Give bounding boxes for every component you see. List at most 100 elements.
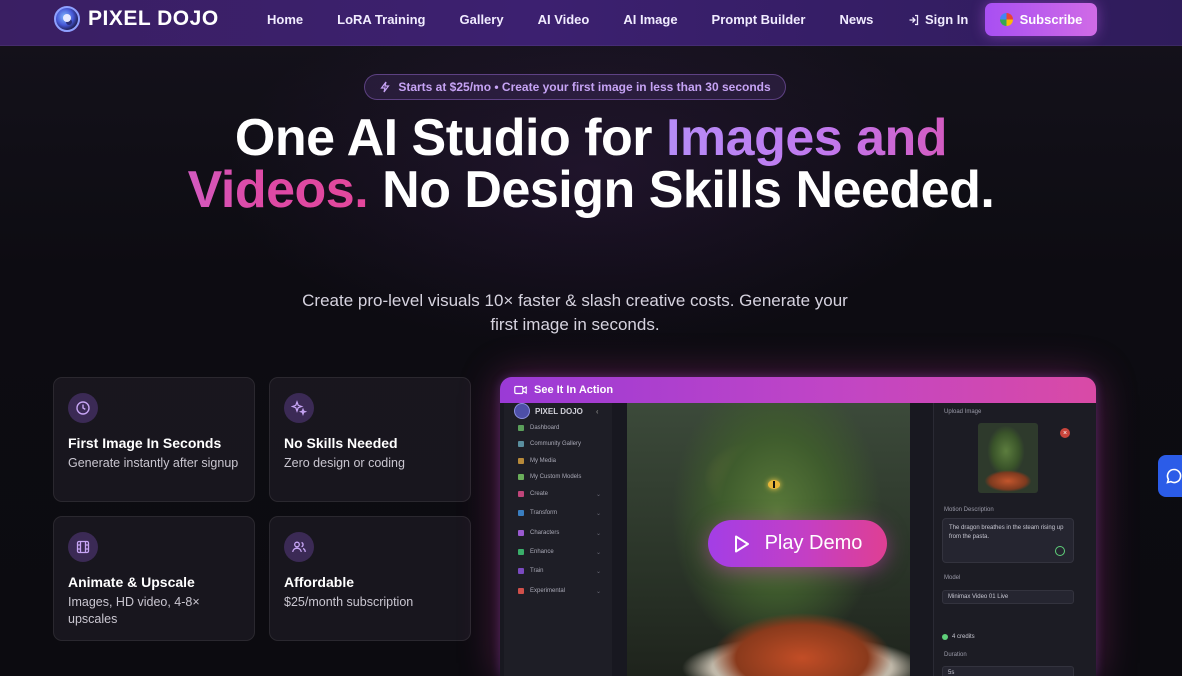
top-nav: PIXEL DOJO Home LoRA Training Gallery AI…: [0, 0, 1182, 46]
duration-value: 5s: [948, 670, 955, 676]
demo-item-icon: [518, 441, 524, 447]
demo-sidebar-item: Create: [518, 491, 548, 497]
feature-desc: Zero design or coding: [284, 456, 405, 470]
nav-link-ai-video[interactable]: AI Video: [538, 12, 590, 27]
upload-label: Upload Image: [944, 409, 982, 415]
subscribe-button[interactable]: Subscribe: [985, 3, 1097, 36]
nav-link-prompt-builder[interactable]: Prompt Builder: [712, 12, 806, 27]
chat-widget-button[interactable]: [1158, 455, 1182, 497]
hero-headline: One AI Studio for Images and Videos. No …: [140, 112, 1042, 216]
demo-title: See It In Action: [534, 384, 614, 396]
demo-brand-name: PIXEL DOJO: [535, 406, 583, 416]
demo-sidebar-label: Create: [530, 491, 549, 497]
play-icon: [734, 535, 749, 552]
google-icon: [999, 13, 1013, 26]
duration-label: Duration: [944, 652, 967, 658]
remove-icon: ×: [1060, 428, 1070, 438]
model-select: Minimax Video 01 Live: [942, 590, 1074, 604]
play-demo-label: Play Demo: [764, 532, 863, 554]
demo-item-icon: [518, 568, 524, 574]
sign-in-icon: [909, 14, 919, 25]
dragon-eye: [768, 480, 780, 489]
headline-part-a: One AI Studio for: [234, 109, 666, 167]
sparkles-icon: [284, 393, 314, 423]
pricing-pill-text: Starts at $25/mo • Create your first ima…: [398, 80, 771, 94]
demo-sidebar-item: Train: [518, 568, 543, 574]
sign-in-label: Sign In: [925, 12, 969, 27]
motion-label: Motion Description: [944, 507, 994, 513]
credits-badge: 4 credits: [942, 634, 975, 640]
feature-title: No Skills Needed: [284, 435, 398, 451]
sign-in-link[interactable]: Sign In: [908, 12, 968, 27]
feature-card: First Image In Seconds Generate instantl…: [53, 377, 255, 502]
video-camera-icon: [514, 385, 527, 395]
credits-value: 4 credits: [952, 634, 975, 640]
nav-link-lora-training[interactable]: LoRA Training: [337, 12, 425, 27]
play-demo-button[interactable]: Play Demo: [708, 520, 887, 567]
demo-sidebar-item: Experimental: [518, 588, 565, 594]
nav-link-news[interactable]: News: [839, 12, 873, 27]
demo-sidebar-label: Experimental: [530, 588, 566, 594]
demo-settings-panel: Upload Image × Motion Description The dr…: [933, 403, 1096, 676]
feature-title: Animate & Upscale: [68, 574, 195, 590]
demo-item-icon: [518, 588, 524, 594]
demo-sidebar-item: My Custom Models: [518, 474, 581, 480]
demo-sidebar-item: Dashboard: [518, 425, 559, 431]
feature-desc: $25/month subscription: [284, 595, 414, 609]
nav-link-home[interactable]: Home: [267, 12, 303, 27]
feature-desc: Images, HD video, 4-8× upscales: [68, 595, 200, 626]
hero-subtitle: Create pro-level visuals 10× faster & sl…: [302, 291, 848, 334]
demo-item-icon: [518, 549, 524, 555]
lightning-icon: [380, 81, 391, 93]
nav-links: Home LoRA Training Gallery AI Video AI I…: [267, 12, 907, 27]
nav-link-gallery[interactable]: Gallery: [459, 12, 503, 27]
demo-brand: PIXEL DOJO ‹: [514, 403, 599, 419]
users-icon: [284, 532, 314, 562]
brand[interactable]: PIXEL DOJO: [54, 6, 219, 32]
demo-sidebar-label: My Custom Models: [530, 474, 582, 480]
demo-brand-logo-icon: [514, 403, 530, 419]
demo-item-icon: [518, 458, 524, 464]
demo-sidebar-label: Dashboard: [530, 425, 560, 431]
demo-title-bar: See It In Action: [500, 377, 1096, 403]
demo-sidebar-label: Enhance: [530, 549, 554, 555]
feature-title: First Image In Seconds: [68, 435, 222, 451]
demo-sidebar-label: Transform: [530, 510, 558, 516]
demo-sidebar-label: My Media: [530, 458, 557, 464]
demo-sidebar-item: Community Gallery: [518, 441, 581, 447]
chevron-down-icon: ⌄: [596, 589, 602, 595]
feature-card: Affordable $25/month subscription: [269, 516, 471, 641]
chevron-down-icon: ⌄: [596, 550, 602, 556]
demo-sidebar-item: Enhance: [518, 549, 554, 555]
feature-card: Animate & Upscale Images, HD video, 4-8×…: [53, 516, 255, 641]
feature-desc: Generate instantly after signup: [68, 456, 239, 470]
motion-text: The dragon breathes in the steam rising …: [949, 525, 1064, 540]
model-label: Model: [944, 575, 961, 581]
demo-sidebar-item: My Media: [518, 458, 556, 464]
clock-icon: [68, 393, 98, 423]
film-icon: [68, 532, 98, 562]
nav-link-ai-image[interactable]: AI Image: [623, 12, 677, 27]
demo-item-icon: [518, 425, 524, 431]
chevron-down-icon: ⌄: [596, 569, 602, 575]
demo-item-icon: [518, 474, 524, 480]
demo-sidebar-item: Characters: [518, 530, 559, 536]
headline-part-b: No Design Skills Needed.: [368, 161, 995, 219]
upload-thumbnail: [978, 423, 1038, 493]
chat-bubble-icon: [1055, 546, 1065, 556]
demo-sidebar-label: Characters: [530, 530, 560, 536]
demo-sidebar-label: Community Gallery: [530, 441, 582, 447]
model-value: Minimax Video 01 Live: [948, 594, 1009, 600]
motion-description-box: The dragon breathes in the steam rising …: [942, 518, 1074, 563]
demo-sidebar: PIXEL DOJO ‹ Dashboard Community Gallery…: [504, 403, 612, 676]
demo-sidebar-item: Transform: [518, 510, 557, 516]
subscribe-label: Subscribe: [1019, 12, 1083, 27]
pricing-pill: Starts at $25/mo • Create your first ima…: [364, 74, 786, 100]
feature-card: No Skills Needed Zero design or coding: [269, 377, 471, 502]
demo-item-icon: [518, 491, 524, 497]
coin-icon: [942, 634, 948, 640]
brand-logo-icon: [54, 6, 80, 32]
demo-item-icon: [518, 510, 524, 516]
duration-select: 5s: [942, 666, 1074, 676]
chevron-down-icon: ⌄: [596, 492, 602, 498]
